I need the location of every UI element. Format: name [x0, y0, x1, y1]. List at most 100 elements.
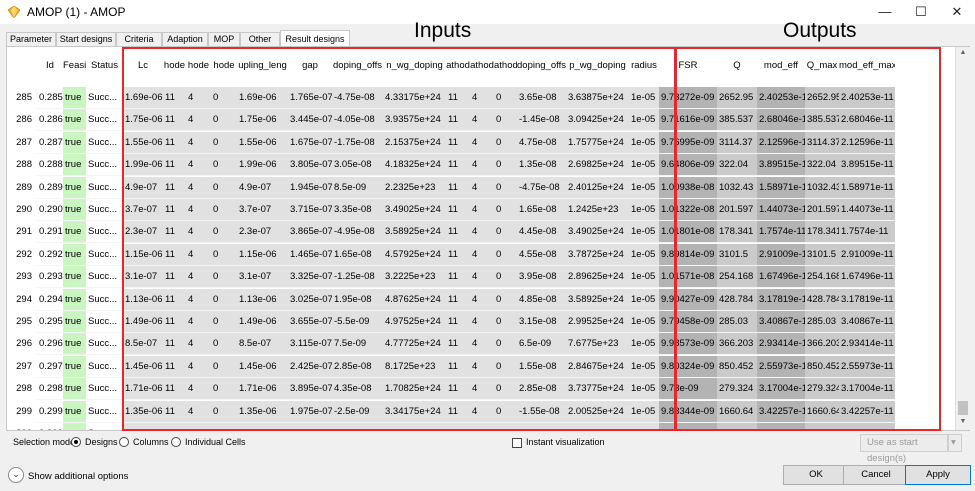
table-cell[interactable]: true	[63, 266, 86, 289]
column-header[interactable]: athod	[470, 52, 494, 80]
table-cell[interactable]: 0.296	[37, 333, 63, 356]
table-cell[interactable]: 11	[163, 199, 186, 221]
table-cell[interactable]: 11	[163, 221, 186, 244]
table-cell[interactable]: 11	[163, 423, 186, 430]
table-cell[interactable]: Succ...	[86, 288, 123, 311]
table-cell[interactable]: 1.13e-06	[237, 288, 288, 311]
row-header[interactable]: 298	[7, 378, 37, 400]
column-header[interactable]: Q	[717, 52, 757, 80]
table-cell[interactable]: 285.03	[805, 311, 839, 333]
use-as-start-dropdown-icon[interactable]: ▾	[948, 434, 962, 452]
table-cell[interactable]: 0.294	[37, 288, 63, 311]
row-header[interactable]: 286	[7, 109, 37, 131]
table-cell[interactable]: 1.49e-06	[123, 311, 163, 333]
table-cell[interactable]: 7.5e-09	[332, 333, 383, 356]
table-cell[interactable]: 11	[163, 378, 186, 401]
table-cell[interactable]: 4.87625e+24	[383, 288, 446, 311]
table-cell[interactable]: 0.288	[37, 154, 63, 177]
table-cell[interactable]: 1.7574e-11	[839, 221, 895, 244]
table-cell[interactable]: 1.49e-06	[237, 311, 288, 333]
table-cell[interactable]: -4.05e-08	[332, 109, 383, 132]
table-cell[interactable]: 9.73272e-09	[659, 87, 717, 109]
table-cell[interactable]: -4.95e-08	[332, 221, 383, 244]
table-cell[interactable]: true	[63, 176, 86, 199]
table-cell[interactable]: 1.35e-06	[123, 400, 163, 423]
table-cell[interactable]: true	[63, 378, 86, 401]
table-cell[interactable]: 0	[211, 109, 237, 132]
table-cell[interactable]: 11	[163, 288, 186, 311]
table-cell[interactable]: 1.65e-08	[332, 243, 383, 266]
table-cell[interactable]: 0.300	[37, 423, 63, 430]
row-header[interactable]: 287	[7, 132, 37, 154]
apply-button[interactable]: Apply	[905, 465, 971, 485]
maximize-button[interactable]: ☐	[903, 0, 939, 24]
table-cell[interactable]: 1e-05	[629, 355, 659, 378]
table-cell[interactable]: 1.01e-06	[123, 423, 163, 430]
table-cell[interactable]: 2.15375e+24	[383, 131, 446, 154]
table-cell[interactable]: 0.299	[37, 400, 63, 423]
table-cell[interactable]: 11	[446, 176, 470, 199]
table-cell[interactable]: 3.1e-07	[123, 266, 163, 289]
table-cell[interactable]: 254.168	[717, 266, 757, 289]
row-header[interactable]: 288	[7, 154, 37, 176]
table-cell[interactable]: 3.40867e-11	[839, 311, 895, 333]
table-cell[interactable]: 4.45e-08	[517, 221, 566, 244]
table-cell[interactable]: 3.715e-07	[288, 199, 332, 221]
table-cell[interactable]: 9.89814e-09	[659, 243, 717, 266]
row-header[interactable]: 289	[7, 177, 37, 199]
table-cell[interactable]: 0	[211, 176, 237, 199]
tab-mop[interactable]: MOP	[208, 32, 240, 46]
table-cell[interactable]: 0	[211, 243, 237, 266]
table-cell[interactable]: 11	[446, 423, 470, 430]
table-cell[interactable]: 1e-05	[629, 199, 659, 221]
tab-adaption[interactable]: Adaption	[162, 32, 208, 46]
table-cell[interactable]: 322.04	[717, 154, 757, 177]
table-cell[interactable]: 4	[186, 199, 211, 221]
table-cell[interactable]: 2.93414e-11	[839, 333, 895, 356]
table-cell[interactable]: Succ...	[86, 333, 123, 356]
table-cell[interactable]: 4	[470, 243, 494, 266]
table-cell[interactable]: 3.445e-07	[288, 109, 332, 132]
table-cell[interactable]: 2.55973e-11	[757, 355, 805, 378]
row-header[interactable]: 300	[7, 423, 37, 430]
table-cell[interactable]: 1032.43	[805, 176, 839, 199]
table-cell[interactable]: Succ...	[86, 400, 123, 423]
table-cell[interactable]: 11	[446, 333, 470, 356]
table-cell[interactable]: 3.17004e-11	[757, 378, 805, 401]
cancel-button[interactable]: Cancel	[843, 465, 909, 485]
table-cell[interactable]: 4	[186, 243, 211, 266]
table-cell[interactable]: 0	[494, 87, 517, 109]
tab-result-designs[interactable]: Result designs	[280, 30, 350, 47]
row-header[interactable]: 294	[7, 289, 37, 311]
use-as-start-designs-button[interactable]: Use as start design(s)	[860, 434, 948, 464]
table-cell[interactable]: 1032.43	[717, 176, 757, 199]
table-cell[interactable]: 4	[186, 311, 211, 333]
table-cell[interactable]: 1.945e-07	[288, 176, 332, 199]
table-cell[interactable]: 3.58925e+24	[383, 221, 446, 244]
table-cell[interactable]: 3.93575e+24	[383, 109, 446, 132]
table-cell[interactable]: 11	[163, 154, 186, 177]
table-cell[interactable]: 9.64806e-09	[659, 154, 717, 177]
table-cell[interactable]: 4	[186, 154, 211, 177]
table-cell[interactable]: true	[63, 400, 86, 423]
row-header[interactable]: 292	[7, 244, 37, 266]
table-cell[interactable]: true	[63, 243, 86, 266]
table-cell[interactable]: 4	[186, 266, 211, 289]
table-cell[interactable]: 11	[446, 131, 470, 154]
table-cell[interactable]: Succ...	[86, 154, 123, 177]
column-header[interactable]: radius	[629, 52, 659, 80]
table-cell[interactable]: 1.75e-06	[237, 109, 288, 132]
table-cell[interactable]: 4	[186, 423, 211, 430]
table-cell[interactable]: 1660.64	[805, 400, 839, 423]
table-cell[interactable]: 2.12596e-11	[839, 131, 895, 154]
table-cell[interactable]: -1.45e-08	[517, 109, 566, 132]
table-cell[interactable]: 366.203	[717, 333, 757, 356]
table-cell[interactable]: 4	[470, 131, 494, 154]
table-cell[interactable]: 0.297	[37, 355, 63, 378]
column-header[interactable]: upling_leng	[237, 52, 288, 80]
table-cell[interactable]: 11	[446, 311, 470, 333]
table-cell[interactable]: -2.5e-09	[332, 400, 383, 423]
column-header[interactable]: Status	[86, 52, 123, 80]
table-cell[interactable]: 4.75e-08	[517, 131, 566, 154]
column-header[interactable]: gap	[288, 52, 332, 80]
